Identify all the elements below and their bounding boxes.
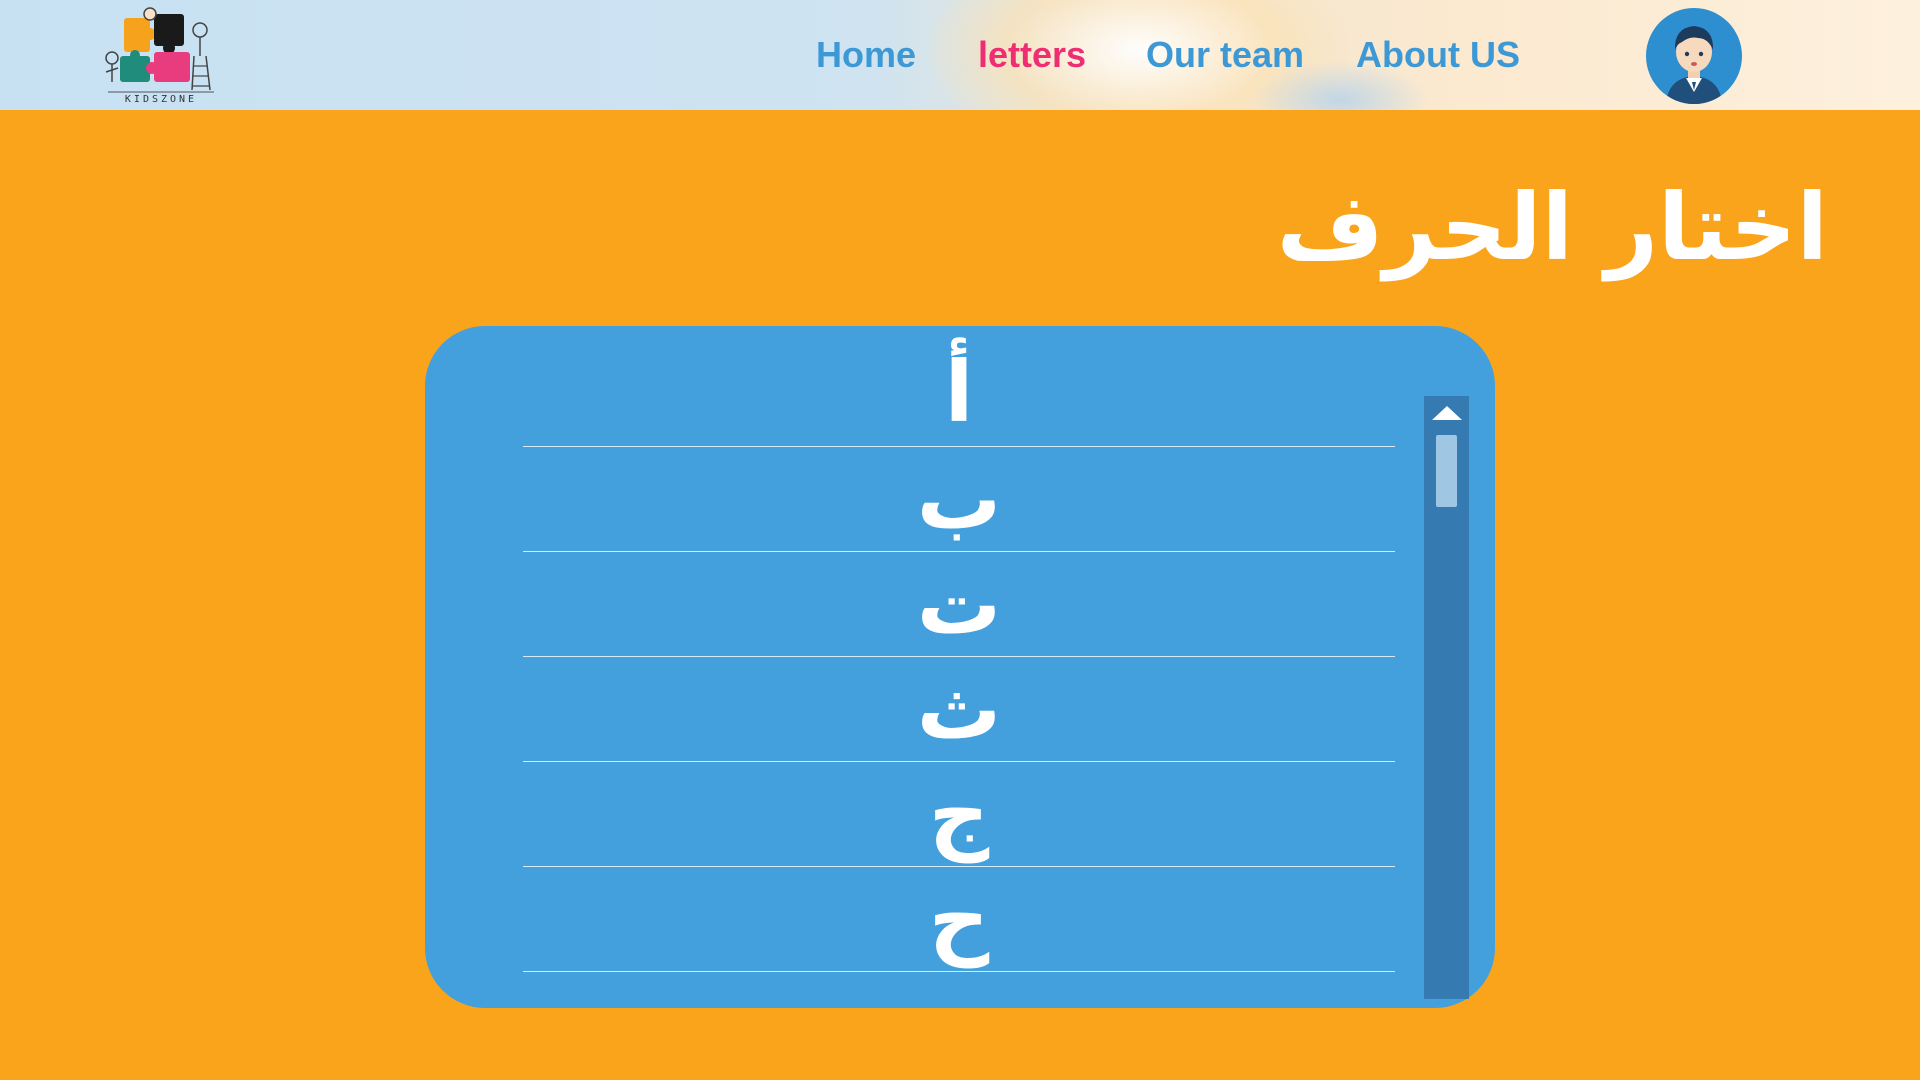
puzzle-logo-icon — [105, 7, 214, 93]
logo-caption: KIDSZONE — [124, 94, 198, 105]
letter-label: ح — [928, 870, 990, 968]
letter-item[interactable]: ج — [523, 762, 1395, 867]
letter-item[interactable]: أ — [523, 336, 1395, 447]
nav-link-about-us[interactable]: About US — [1356, 34, 1520, 76]
nav-link-our-team[interactable]: Our team — [1146, 34, 1304, 76]
letter-label: أ — [944, 343, 974, 441]
letters-list-panel: أ ب ت ث ج ح — [425, 326, 1495, 1008]
scroll-up-arrow-icon[interactable] — [1432, 406, 1462, 420]
page-title: اختار الحرف — [1276, 174, 1828, 281]
letter-item[interactable]: ث — [523, 657, 1395, 762]
letters-list[interactable]: أ ب ت ث ج ح — [523, 336, 1395, 986]
kidszone-logo[interactable]: KIDSZONE — [100, 6, 222, 106]
header: KIDSZONE Home letters Our team About US — [0, 0, 1920, 110]
letter-item[interactable]: ح — [523, 867, 1395, 972]
list-scrollbar[interactable] — [1424, 396, 1469, 999]
nav-link-home[interactable]: Home — [816, 34, 916, 76]
page: KIDSZONE Home letters Our team About US — [0, 0, 1920, 1080]
letter-label: ج — [928, 765, 990, 863]
nav-link-letters[interactable]: letters — [978, 34, 1086, 76]
letter-item[interactable]: ت — [523, 552, 1395, 657]
letter-label: ب — [916, 450, 1002, 548]
letter-label: ث — [916, 660, 1002, 758]
user-avatar[interactable] — [1646, 8, 1742, 104]
scrollbar-thumb[interactable] — [1436, 435, 1457, 507]
boy-avatar-icon — [1666, 26, 1722, 104]
letter-item[interactable]: ب — [523, 447, 1395, 552]
letter-label: ت — [916, 555, 1002, 653]
